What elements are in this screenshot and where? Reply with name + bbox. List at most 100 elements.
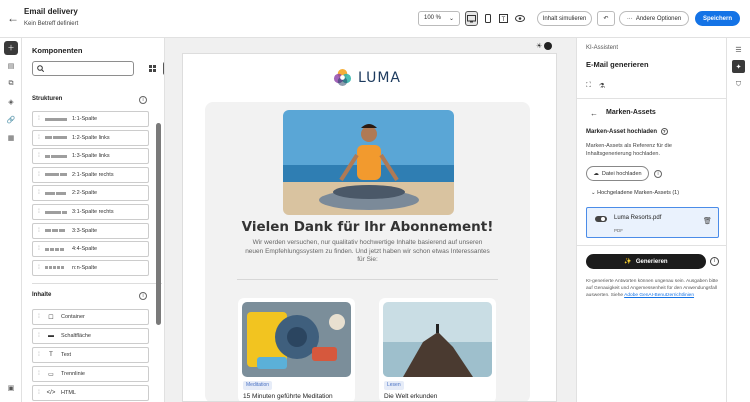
generate-button[interactable]: ✨ Generieren: [586, 254, 706, 269]
content-item[interactable]: ⁞ ▭ Trennlinie: [32, 366, 149, 382]
info-icon[interactable]: i: [654, 170, 662, 178]
undo-button[interactable]: ↶: [597, 11, 615, 26]
upload-description: Marken-Assets als Referenz für die Inhal…: [586, 143, 672, 157]
drag-handle-icon[interactable]: ⁞: [35, 352, 43, 358]
help-icon[interactable]: ?: [660, 128, 668, 135]
file-toggle-switch[interactable]: [595, 216, 607, 222]
email-lead-text: Wir werden versuchen, nur qualitativ hoc…: [245, 239, 490, 263]
upload-cloud-icon: ☁: [593, 170, 599, 177]
text-view-icon[interactable]: T: [497, 11, 510, 26]
structure-item[interactable]: ⁞ 1:1-Spalte: [32, 111, 149, 127]
luma-logo: LUMA: [333, 68, 401, 87]
info-icon[interactable]: i: [139, 96, 147, 104]
more-options-button[interactable]: ··· Andere Optionen: [619, 11, 689, 26]
sun-icon: ☀: [536, 43, 543, 50]
ai-sparkle-icon[interactable]: ✦: [732, 60, 745, 73]
settings-sliders-icon[interactable]: ☰: [732, 43, 745, 56]
code-icon[interactable]: ▣: [4, 381, 18, 395]
link-icon[interactable]: 🔗: [4, 113, 18, 127]
article-title: 15 Minuten geführte Meditation: [243, 393, 333, 400]
content-card: Vielen Dank für Ihr Abonnement! Wir werd…: [205, 102, 530, 401]
content-label: HTML: [61, 390, 76, 396]
page-title: Email delivery: [24, 7, 78, 16]
drag-handle-icon[interactable]: ⁞: [35, 228, 43, 234]
drag-handle-icon[interactable]: ⁞: [35, 172, 43, 178]
mobile-view-icon[interactable]: [481, 11, 494, 26]
scan-icon[interactable]: ⛶: [586, 82, 591, 90]
contents-heading: Inhalte: [32, 292, 52, 298]
structure-item[interactable]: ⁞ n:n-Spalte: [32, 259, 149, 276]
trash-icon[interactable]: 🗑: [703, 217, 712, 225]
save-button[interactable]: Speichern: [695, 11, 740, 26]
drag-handle-icon[interactable]: ⁞: [35, 153, 43, 159]
column-layout-icon: [45, 191, 67, 195]
structure-item[interactable]: ⁞ 1:3-Spalte links: [32, 148, 149, 165]
right-rail: ☰ ✦ ⛉: [727, 38, 750, 402]
drag-handle-icon[interactable]: ⁞: [35, 371, 43, 377]
simulate-content-button[interactable]: Inhalt simulieren: [537, 11, 592, 26]
layers-icon[interactable]: ◈: [4, 95, 18, 109]
fragments-icon[interactable]: ▦: [4, 131, 18, 145]
drag-handle-icon[interactable]: ⁞: [35, 246, 43, 252]
content-item[interactable]: ⁞ </> HTML: [32, 385, 149, 401]
uploaded-assets-accordion[interactable]: ⌄ Hochgeladene Marken-Assets (1): [591, 190, 679, 196]
structure-item[interactable]: ⁞ 1:2-Spalte links: [32, 129, 149, 146]
structure-item[interactable]: ⁞ 3:1-Spalte rechts: [32, 204, 149, 220]
drag-handle-icon[interactable]: ⁞: [35, 190, 43, 196]
content-item[interactable]: ⁞ ☐ Container: [32, 309, 149, 325]
structure-label: 4:4-Spalte: [72, 246, 98, 253]
column-layout-icon: [45, 266, 67, 270]
flask-icon[interactable]: ⚗: [599, 82, 605, 90]
assistant-small-title: KI-Assistent: [586, 45, 619, 51]
structure-label: 2:1-Spalte rechts: [72, 171, 114, 178]
more-dots-icon: ···: [626, 15, 633, 22]
add-icon[interactable]: ＋: [4, 41, 18, 55]
container-icon: ☐: [48, 314, 54, 321]
drag-handle-icon[interactable]: ⁞: [35, 209, 43, 215]
uploaded-file-card[interactable]: Luma Resorts.pdf PDF 🗑: [586, 207, 719, 238]
panel-scrollbar[interactable]: [156, 123, 161, 325]
structure-item[interactable]: ⁞ 4:4-Spalte: [32, 241, 149, 258]
desktop-view-icon[interactable]: [465, 11, 478, 26]
email-preview[interactable]: LUMA Vielen Dank für Ihr Abonnement! Wir…: [182, 53, 557, 402]
components-title: Komponenten: [32, 46, 83, 55]
email-heading: Vielen Dank für Ihr Abonnement!: [241, 219, 494, 235]
theme-toggle[interactable]: ☀: [536, 41, 558, 51]
structure-label: 3:3-Spalte: [72, 227, 98, 234]
grid-view-icon[interactable]: [146, 62, 159, 75]
article-card[interactable]: Lesen Die Welt erkunden: [379, 298, 496, 401]
column-layout-icon: [45, 154, 67, 158]
structure-item[interactable]: ⁞ 2:2-Spalte: [32, 185, 149, 202]
preview-eye-icon[interactable]: [513, 11, 526, 26]
upload-file-button[interactable]: ☁ Datei hochladen: [586, 166, 649, 181]
html-icon: </>: [46, 390, 56, 396]
article-image: [242, 302, 351, 377]
email-canvas: ☀ LUMA Vielen Dank für Ihr Abonnement! W…: [165, 38, 576, 402]
content-item[interactable]: ⁞ ▬ Schaltfläche: [32, 328, 149, 344]
components-panel: Komponenten Strukturen i ⁞ 1:1-Spalte ⁞ 1:2…: [22, 38, 165, 402]
drag-handle-icon[interactable]: ⁞: [35, 333, 43, 339]
assets-icon[interactable]: ⧉: [4, 77, 18, 91]
zoom-select[interactable]: 100 % ⌄: [418, 11, 460, 26]
chevron-down-icon: ⌄: [591, 190, 596, 196]
drag-handle-icon[interactable]: ⁞: [35, 116, 43, 122]
drag-handle-icon[interactable]: ⁞: [35, 314, 43, 320]
article-card[interactable]: Meditation 15 Minuten geführte Meditatio…: [238, 298, 355, 401]
content-item[interactable]: ⁞ T Text: [32, 347, 149, 363]
genai-guidelines-link[interactable]: Adobe GenAI-Benutzerrichtlinien: [624, 293, 694, 298]
structure-item[interactable]: ⁞ 2:1-Spalte rechts: [32, 166, 149, 183]
back-arrow-icon[interactable]: ←: [590, 109, 598, 118]
panel-divider: [577, 245, 727, 246]
search-input[interactable]: [32, 61, 134, 76]
drag-handle-icon[interactable]: ⁞: [35, 265, 43, 271]
content-label: Container: [61, 314, 85, 320]
structure-item[interactable]: ⁞ 3:3-Spalte: [32, 222, 149, 239]
info-icon[interactable]: i: [710, 257, 719, 266]
layers-outline-icon[interactable]: ▤: [4, 59, 18, 73]
ai-disclaimer: KI-generierte Antworten können ungenau s…: [586, 279, 719, 298]
drag-handle-icon[interactable]: ⁞: [35, 135, 43, 141]
back-arrow-icon[interactable]: ←: [6, 11, 20, 25]
info-icon[interactable]: i: [139, 292, 147, 300]
drag-handle-icon[interactable]: ⁞: [35, 390, 43, 396]
shield-icon[interactable]: ⛉: [732, 78, 745, 91]
